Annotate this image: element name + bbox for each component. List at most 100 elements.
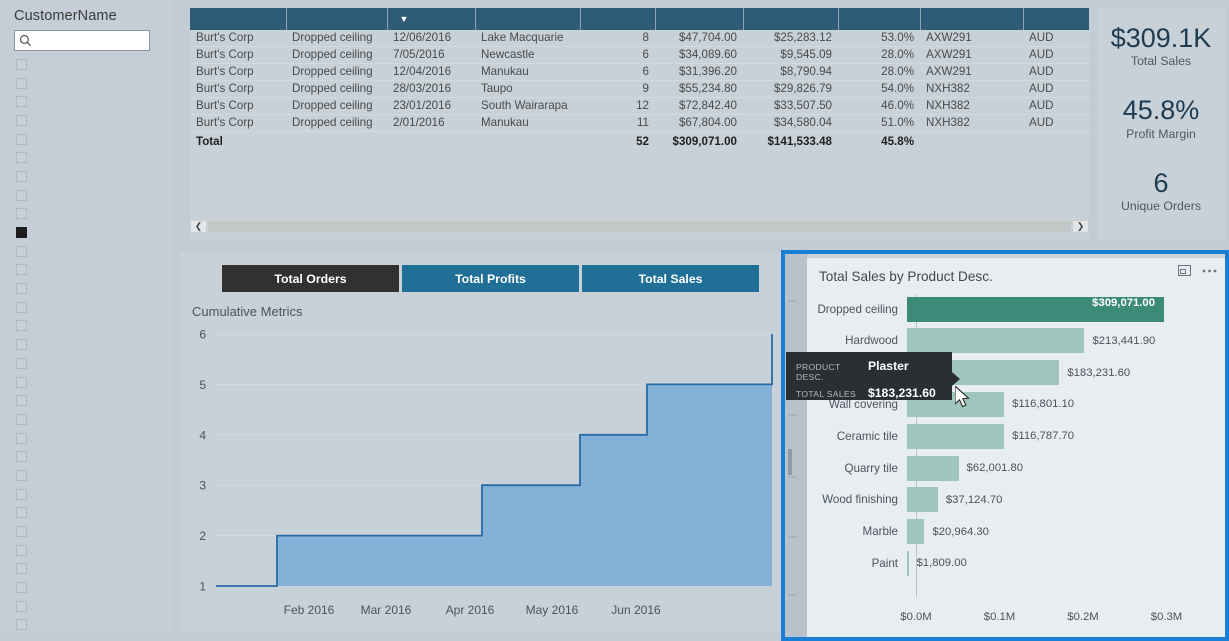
bar-chart-row[interactable]: Quarry tile $62,001.80 [807, 455, 1225, 481]
slicer-item[interactable] [14, 504, 162, 523]
slicer-checkbox[interactable] [16, 77, 27, 89]
slicer-checkbox[interactable] [16, 395, 27, 407]
scrollbar-track[interactable] [208, 220, 1071, 232]
slicer-item[interactable] [14, 578, 162, 597]
bar-chart-row[interactable]: Ceramic tile $116,787.70 [807, 423, 1225, 449]
slicer-checkbox[interactable] [16, 283, 27, 295]
slicer-checkbox[interactable] [16, 170, 27, 182]
slicer-item[interactable] [14, 279, 162, 298]
focus-mode-icon[interactable] [1178, 265, 1191, 276]
slicer-checkbox[interactable] [16, 114, 27, 126]
slicer-checkbox[interactable] [16, 526, 27, 538]
slicer-checkbox[interactable] [16, 152, 27, 164]
sort-descending-icon[interactable]: ▼ [400, 14, 409, 24]
scroll-right-arrow-icon[interactable]: ❯ [1072, 219, 1089, 233]
slicer-item[interactable] [14, 205, 162, 224]
slicer-item[interactable] [14, 429, 162, 448]
slicer-item[interactable] [14, 261, 162, 280]
bar-rect[interactable] [907, 328, 1085, 354]
table-row[interactable]: Burt's Corp Dropped ceiling 23/01/2016 Sout… [190, 97, 1089, 115]
slicer-checkbox[interactable] [16, 227, 27, 239]
slicer-checkbox[interactable] [16, 208, 27, 220]
more-options-icon[interactable] [1202, 269, 1217, 273]
slicer-checkbox[interactable] [16, 413, 27, 425]
slicer-item[interactable] [14, 391, 162, 410]
slicer-item[interactable] [14, 148, 162, 167]
slicer-item[interactable] [14, 541, 162, 560]
slicer-item[interactable] [14, 111, 162, 130]
slicer-search-box[interactable] [14, 30, 150, 51]
slicer-item[interactable] [14, 616, 162, 635]
bar-rect[interactable] [907, 487, 938, 513]
table-column-header[interactable] [580, 8, 656, 30]
slicer-checkbox[interactable] [16, 245, 27, 257]
slicer-checkbox[interactable] [16, 432, 27, 444]
table-row[interactable]: Burt's Corp Dropped ceiling 7/05/2016 Newca… [190, 46, 1089, 64]
slicer-item[interactable] [14, 223, 162, 242]
slicer-item[interactable] [14, 485, 162, 504]
slicer-item[interactable] [14, 560, 162, 579]
bar-chart-row[interactable]: Wood finishing $37,124.70 [807, 487, 1225, 513]
slicer-item[interactable] [14, 242, 162, 261]
scroll-left-arrow-icon[interactable]: ❮ [190, 219, 207, 233]
slicer-item[interactable] [14, 92, 162, 111]
slicer-checkbox[interactable] [16, 600, 27, 612]
search-input[interactable] [35, 32, 145, 49]
table-column-header[interactable] [1023, 8, 1089, 30]
table-horizontal-scrollbar[interactable]: ❮ ❯ [190, 218, 1089, 234]
table-column-header[interactable]: ▼ [387, 8, 476, 30]
slicer-checkbox[interactable] [16, 582, 27, 594]
total-sales-by-product-panel[interactable]: Total Sales by Product Desc. Dropped cei… [781, 250, 1229, 641]
slicer-checkbox[interactable] [16, 357, 27, 369]
panel-vertical-scrollbar[interactable] [788, 449, 792, 475]
bar-chart-row[interactable]: Dropped ceiling $309,071.00 [807, 296, 1225, 322]
slicer-checkbox[interactable] [16, 58, 27, 70]
slicer-checkbox[interactable] [16, 451, 27, 463]
slicer-checkbox[interactable] [16, 488, 27, 500]
slicer-checkbox[interactable] [16, 507, 27, 519]
slicer-item[interactable] [14, 373, 162, 392]
table-row[interactable]: Burt's Corp Dropped ceiling 2/01/2016 Manuk… [190, 114, 1089, 132]
slicer-item[interactable] [14, 130, 162, 149]
slicer-item[interactable] [14, 354, 162, 373]
slicer-item[interactable] [14, 466, 162, 485]
table-row[interactable]: Burt's Corp Dropped ceiling 12/06/2016 Lake… [190, 30, 1089, 47]
slicer-checkbox[interactable] [16, 96, 27, 108]
bar-rect[interactable] [907, 455, 959, 481]
table-column-header[interactable] [743, 8, 839, 30]
slicer-item[interactable] [14, 597, 162, 616]
table-column-header[interactable] [655, 8, 744, 30]
table-column-header[interactable] [286, 8, 388, 30]
slicer-checkbox[interactable] [16, 563, 27, 575]
metric-tab[interactable]: Total Sales [582, 265, 759, 292]
table-row[interactable]: Burt's Corp Dropped ceiling 12/04/2016 Manu… [190, 63, 1089, 81]
slicer-item[interactable] [14, 317, 162, 336]
slicer-checkbox[interactable] [16, 264, 27, 276]
bar-rect[interactable] [907, 423, 1005, 449]
slicer-checkbox[interactable] [16, 189, 27, 201]
slicer-item[interactable] [14, 522, 162, 541]
slicer-item[interactable] [14, 55, 162, 74]
metric-tab[interactable]: Total Orders [222, 265, 399, 292]
slicer-checkbox[interactable] [16, 376, 27, 388]
slicer-checkbox[interactable] [16, 544, 27, 556]
bar-chart-row[interactable]: Paint $1,809.00 [807, 550, 1225, 576]
slicer-item[interactable] [14, 74, 162, 93]
slicer-checkbox[interactable] [16, 133, 27, 145]
table-row[interactable]: Burt's Corp Dropped ceiling 28/03/2016 Taup… [190, 80, 1089, 98]
bar-rect[interactable] [907, 519, 925, 545]
table-column-header[interactable] [475, 8, 581, 30]
slicer-item[interactable] [14, 335, 162, 354]
slicer-item[interactable] [14, 410, 162, 429]
bar-rect[interactable]: $309,071.00 [907, 296, 1164, 322]
table-column-header[interactable] [190, 8, 287, 30]
table-header-row[interactable]: ▼ [190, 8, 1089, 30]
slicer-checkbox[interactable] [16, 301, 27, 313]
bar-chart-row[interactable]: Hardwood $213,441.90 [807, 328, 1225, 354]
bar-chart-row[interactable]: Marble $20,964.30 [807, 519, 1225, 545]
slicer-checkbox[interactable] [16, 320, 27, 332]
metric-tab[interactable]: Total Profits [402, 265, 579, 292]
slicer-item[interactable] [14, 447, 162, 466]
slicer-checkbox[interactable] [16, 339, 27, 351]
slicer-checkbox[interactable] [16, 469, 27, 481]
